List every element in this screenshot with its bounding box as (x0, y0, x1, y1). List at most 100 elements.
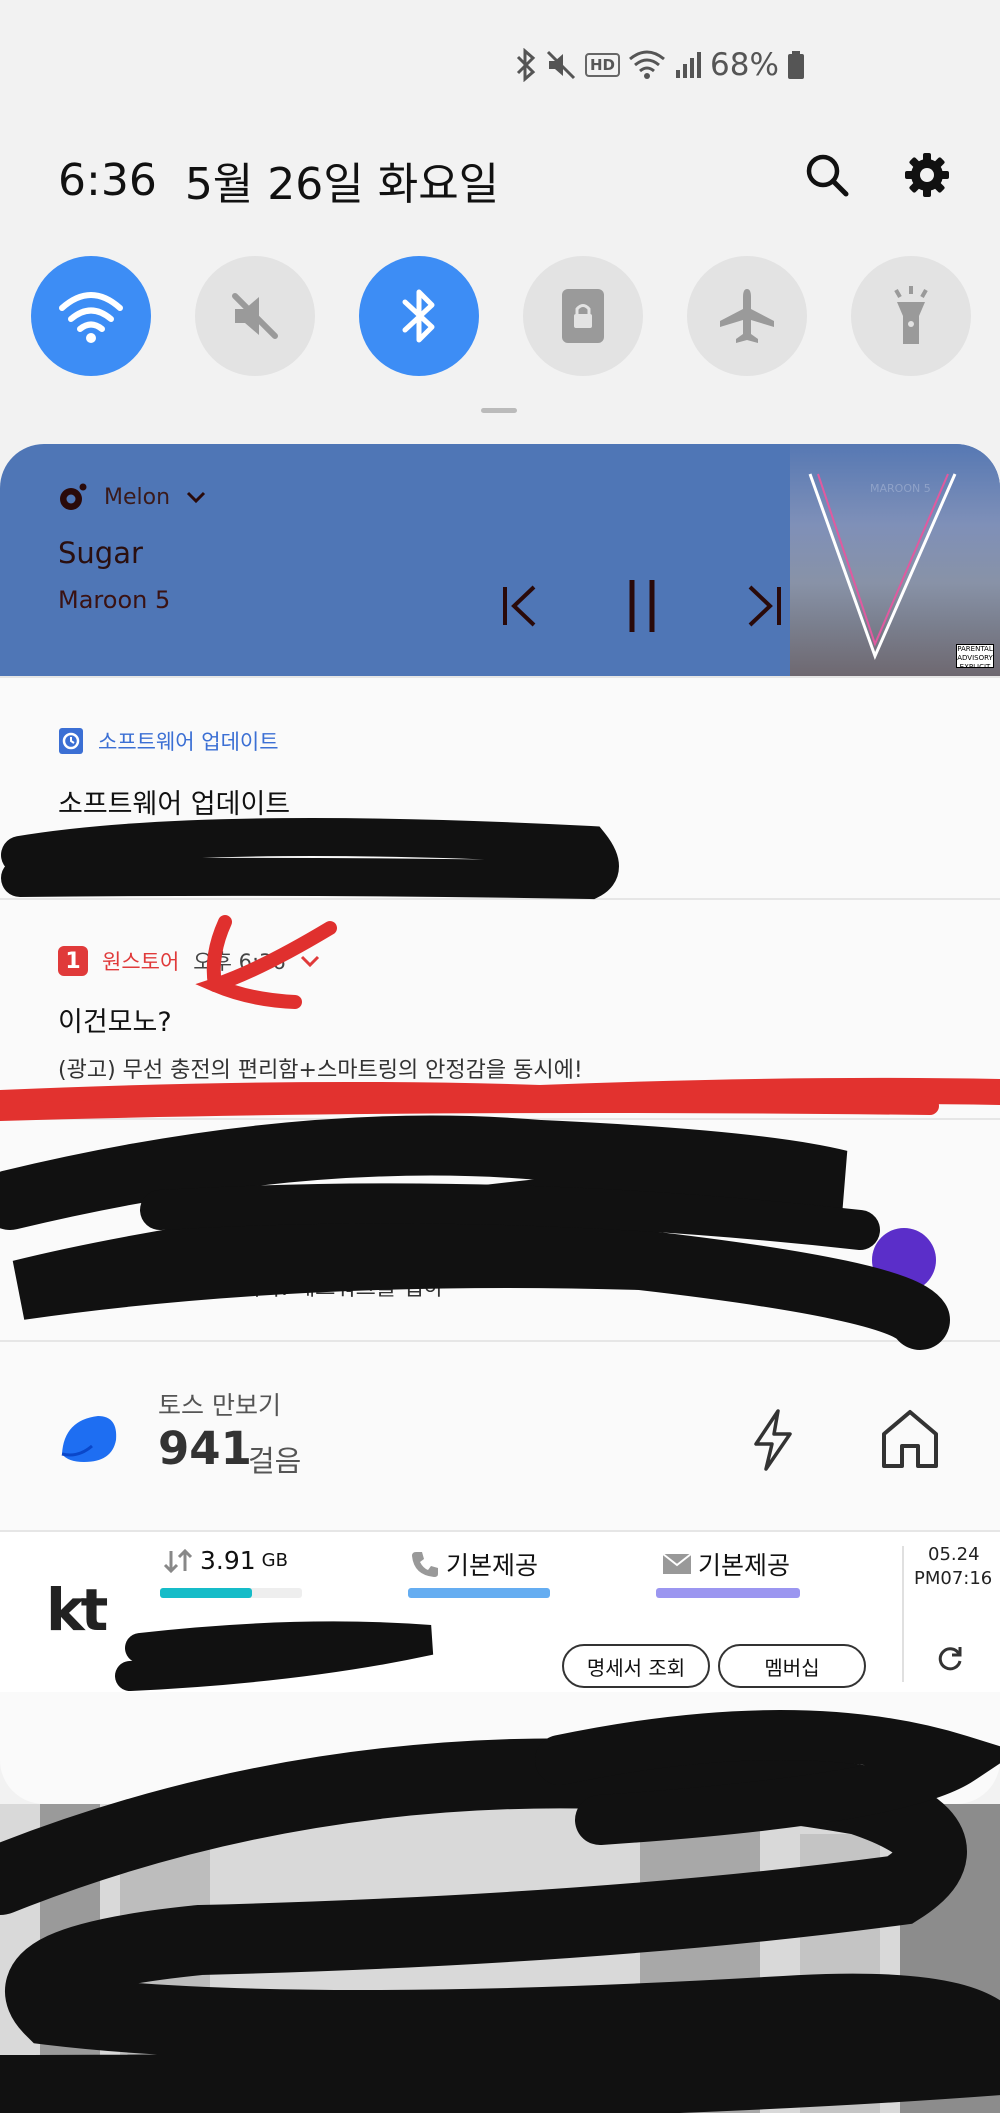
notification-panel: MAROON 5 PARENTAL ADVISORY EXPLICIT CONT… (0, 444, 1000, 1804)
clock-date: 6:36 5월 26일 화요일 (58, 148, 499, 212)
qs-airplane-toggle[interactable] (687, 256, 807, 376)
signal-icon (674, 47, 702, 83)
settings-button[interactable] (902, 150, 952, 200)
phone-icon (412, 1552, 438, 1577)
data-bar-fill (160, 1588, 253, 1598)
update-date: 05.24 (928, 1544, 980, 1565)
key-icon (58, 1174, 87, 1188)
notification-title: 소프트웨어 업데이트 (58, 789, 291, 820)
bluetooth-icon (402, 289, 435, 343)
data-amount: 3.91 (200, 1546, 256, 1575)
step-count: 941 (158, 1422, 252, 1475)
toss-steps-widget[interactable]: 토스 만보기 941 걸음 (0, 1340, 1000, 1532)
data-transfer-icon (163, 1548, 193, 1573)
next-button[interactable] (739, 576, 789, 636)
mute-icon (232, 293, 278, 339)
data-unit: GB (261, 1550, 288, 1571)
bill-statement-button[interactable]: 명세서 조회 (562, 1644, 710, 1688)
media-artist: Maroon 5 (58, 586, 171, 614)
call-allowance: 기본제공 (410, 1546, 538, 1582)
search-button[interactable] (802, 150, 852, 200)
clear-all-button[interactable]: 지우기 (845, 1729, 928, 1773)
message-allowance: 기본제공 (662, 1546, 790, 1582)
media-title: Sugar (58, 536, 143, 570)
battery-icon (787, 47, 805, 83)
refresh-icon (938, 1647, 962, 1671)
message-bar (656, 1588, 800, 1598)
notification-app-name: 안드로이드 (102, 1170, 199, 1194)
update-time: PM07:16 (914, 1568, 993, 1589)
notification-settings-button[interactable]: 알림 설정 (632, 1729, 752, 1773)
previous-button[interactable] (495, 576, 545, 636)
notification-time: 오후 6:36 (193, 950, 286, 974)
wifi-icon (628, 47, 666, 83)
qs-rotation-lock-toggle[interactable] (523, 256, 643, 376)
drag-handle[interactable] (481, 408, 517, 413)
refresh-button[interactable] (936, 1644, 964, 1676)
notification-body: (광고) 무선 충전의 편리함+스마트링의 안정감을 동시에! (58, 1058, 583, 1083)
home-wallpaper (0, 1804, 1000, 2113)
app-icon-purple (872, 1228, 936, 1292)
album-art: MAROON 5 PARENTAL ADVISORY EXPLICIT CONT… (790, 444, 1000, 676)
kt-logo: kt (46, 1576, 108, 1644)
airplane-icon (720, 289, 774, 343)
melon-icon (60, 483, 87, 510)
mute-icon (545, 47, 577, 83)
quick-settings (31, 256, 971, 376)
data-usage: 3.91 GB (162, 1546, 288, 1575)
qs-wifi-toggle[interactable] (31, 256, 151, 376)
qs-sound-toggle[interactable] (195, 256, 315, 376)
bluetooth-icon (515, 47, 537, 83)
wifi-icon (59, 292, 123, 343)
notification-software-update[interactable]: 소프트웨어 업데이트 소프트웨어 업데이트 (0, 676, 1000, 900)
clock-time: 6:36 (58, 154, 157, 206)
home-button[interactable] (880, 1408, 940, 1474)
notification-android[interactable]: 안드로이드 에 의해 활성화됨 있습니다. 네트워크를 탭하 (0, 1118, 1000, 1342)
mail-icon (662, 1553, 692, 1574)
qs-flashlight-toggle[interactable] (851, 256, 971, 376)
call-bar (408, 1588, 550, 1598)
chevron-down-icon[interactable] (186, 490, 206, 504)
chevron-down-icon[interactable] (300, 954, 320, 968)
search-icon (806, 154, 849, 197)
divider (902, 1546, 904, 1682)
lightning-icon (754, 1409, 792, 1471)
date-label: 5월 26일 화요일 (184, 159, 500, 210)
status-bar: HD 68% (515, 44, 805, 86)
notification-title: 이건모노? (58, 1007, 172, 1038)
notification-header: 안드로이드 (58, 1166, 199, 1196)
toss-logo-icon (61, 1416, 117, 1462)
hd-icon: HD (585, 53, 621, 77)
qs-bluetooth-toggle[interactable] (359, 256, 479, 376)
pause-icon (629, 580, 655, 632)
notification-header: 1 원스토어 오후 6:36 (58, 946, 320, 976)
message-value: 기본제공 (698, 1551, 791, 1580)
notification-header: 소프트웨어 업데이트 (58, 726, 279, 756)
flashlight-icon (894, 286, 928, 344)
battery-percent: 68% (710, 47, 779, 83)
membership-button[interactable]: 멤버십 (718, 1644, 866, 1688)
call-value: 기본제공 (446, 1551, 539, 1580)
notification-body: 있습니다. 네트워크를 탭하 (200, 1276, 444, 1301)
media-app-name: Melon (104, 484, 171, 510)
toss-label: 토스 만보기 (158, 1391, 281, 1420)
media-controls (495, 576, 789, 636)
home-icon (882, 1410, 938, 1468)
media-app-row[interactable]: Melon (58, 482, 206, 512)
notification-app-name: 원스토어 (102, 950, 180, 974)
onestore-icon: 1 (58, 946, 88, 976)
pause-button[interactable] (617, 576, 667, 636)
media-player[interactable]: MAROON 5 PARENTAL ADVISORY EXPLICIT CONT… (0, 444, 1000, 676)
top-actions (802, 150, 952, 200)
next-icon (748, 585, 781, 627)
lock-screen-icon (562, 289, 604, 343)
album-text: MAROON 5 (870, 482, 931, 495)
notification-onestore[interactable]: 1 원스토어 오후 6:36 이건모노? (광고) 무선 충전의 편리함+스마트… (0, 898, 1000, 1120)
previous-icon (503, 585, 536, 627)
step-unit: 걸음 (248, 1444, 302, 1478)
gear-icon (905, 153, 949, 197)
boost-button[interactable] (750, 1408, 796, 1476)
explicit-label: PARENTAL ADVISORY EXPLICIT CONTENT (956, 644, 994, 668)
kt-usage-widget[interactable]: kt 3.91 GB 기본제공 기본제공 05.24 PM07:16 명세서 조… (0, 1530, 1000, 1692)
notification-title: 에 의해 활성화됨 (200, 1231, 392, 1262)
